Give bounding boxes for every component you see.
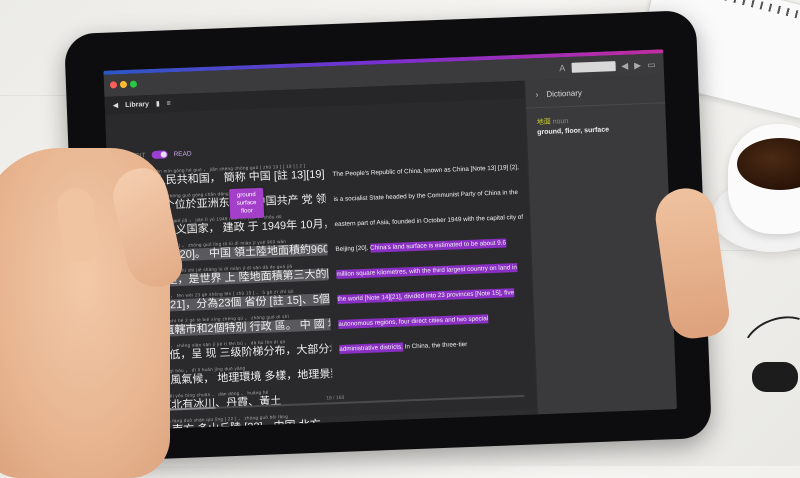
nav-back-icon[interactable]: ◀: [621, 60, 628, 71]
close-window-dot[interactable]: [109, 81, 118, 89]
dictionary-pos: noun: [552, 117, 569, 126]
window-icon[interactable]: ▭: [647, 59, 656, 70]
word-tooltip[interactable]: ground surface floor: [229, 187, 265, 220]
translation-highlight[interactable]: China's land surface is estimated to be …: [336, 238, 518, 354]
dictionary-title: Dictionary: [546, 88, 583, 99]
tooltip-line: floor: [240, 208, 253, 215]
chevron-right-icon[interactable]: ›: [536, 90, 539, 99]
minimize-window-dot[interactable]: [119, 80, 128, 89]
dictionary-definition: ground, floor, surface: [537, 126, 610, 137]
library-button[interactable]: Library: [125, 101, 149, 109]
english-translation: The People's Republic of China, known as…: [332, 155, 530, 362]
reader-app-screen: A ◀ ▶ ▭ ◀ Library ▮ ≡ EDIT READ zhōng hu…: [103, 49, 677, 431]
edit-read-toggle[interactable]: [151, 150, 168, 160]
earphone: [752, 362, 798, 392]
read-label[interactable]: READ: [173, 150, 191, 158]
dictionary-word: 地面: [536, 118, 551, 127]
toolbar-right: A ◀ ▶ ▭: [559, 58, 656, 76]
font-size-icon[interactable]: A: [559, 63, 565, 73]
translation-text: In China, the three-tier: [402, 341, 468, 351]
search-input[interactable]: [571, 61, 616, 73]
maximize-window-dot[interactable]: [129, 80, 138, 88]
back-arrow-icon[interactable]: ◀: [113, 101, 119, 109]
dictionary-entry: 地面 noun ground, floor, surface: [526, 103, 667, 138]
page-indicator: 18 / 168: [326, 394, 345, 402]
bookmark-icon[interactable]: ▮: [156, 100, 160, 108]
dictionary-panel: › Dictionary 地面 noun ground, floor, surf…: [524, 75, 677, 415]
nav-forward-icon[interactable]: ▶: [634, 60, 641, 71]
menu-icon[interactable]: ≡: [167, 100, 171, 107]
toggle-knob: [160, 151, 167, 158]
